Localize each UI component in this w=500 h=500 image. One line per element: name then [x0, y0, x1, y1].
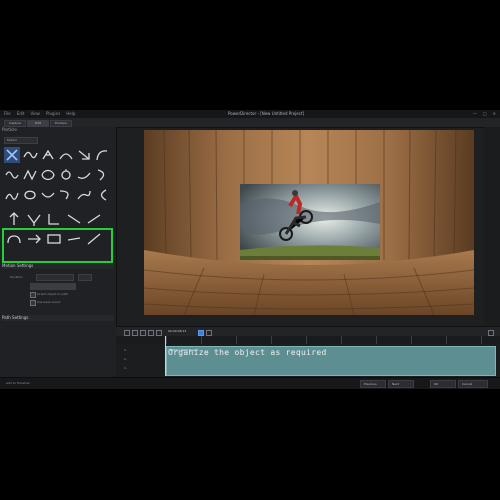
duration-unit[interactable] — [78, 274, 92, 281]
menu-file[interactable]: File — [4, 110, 11, 118]
motion-path-icon[interactable] — [94, 187, 110, 203]
window-title: PowerDirector - [New Untitled Project] — [228, 111, 305, 116]
status-bar: Add to Timeline Previous Next OK Cancel — [0, 377, 500, 389]
motion-path-icon[interactable] — [40, 187, 56, 203]
ease-label: Use ease in/out — [37, 300, 61, 304]
motion-path-icon[interactable] — [58, 147, 74, 163]
timecode-display: 00;00;08;13 — [168, 329, 187, 333]
preview-window[interactable] — [144, 130, 474, 315]
motion-path-icon[interactable] — [4, 167, 20, 183]
playhead[interactable] — [165, 336, 166, 376]
track-header[interactable]: 1. — [116, 364, 172, 373]
motion-settings-header[interactable]: Motion Settings — [2, 263, 114, 269]
speed-slider[interactable] — [30, 283, 76, 290]
motion-path-icon[interactable] — [4, 147, 20, 163]
ok-label: OK — [434, 382, 439, 386]
menu-view[interactable]: View — [30, 110, 40, 118]
motion-path-icon[interactable] — [22, 167, 38, 183]
tab-capture[interactable]: Capture — [4, 120, 26, 127]
highlight-box — [2, 228, 113, 263]
minimize-button[interactable]: — — [473, 110, 477, 118]
next-label: Next — [392, 382, 399, 386]
add-to-timeline-link[interactable]: Add to Timeline — [6, 381, 29, 385]
panel-header: Particle — [2, 127, 17, 132]
orient-label: Orient object to path — [37, 292, 69, 296]
previous-button[interactable]: Previous — [360, 380, 386, 388]
motion-path-icon[interactable] — [76, 187, 92, 203]
orient-checkbox[interactable] — [30, 292, 36, 298]
path-settings-header[interactable]: Path Settings — [2, 315, 114, 321]
menu-help[interactable]: Help — [66, 110, 75, 118]
motion-path-icon[interactable] — [94, 147, 110, 163]
motion-path-icon[interactable] — [94, 167, 110, 183]
timeline-tracks: 1. 1. 1. Motion Path Preset Organize the… — [116, 344, 500, 376]
right-scroll-strip[interactable] — [484, 127, 500, 327]
motion-path-icon[interactable] — [40, 167, 56, 183]
menu-edit[interactable]: Edit — [17, 110, 25, 118]
motion-path-icon[interactable] — [4, 187, 20, 203]
motion-path-icon[interactable] — [40, 147, 56, 163]
previous-label: Previous — [364, 382, 377, 386]
motion-path-icon[interactable] — [76, 167, 92, 183]
wood-backdrop — [144, 130, 474, 315]
motion-path-icon[interactable] — [22, 147, 38, 163]
motion-path-icon[interactable] — [46, 211, 62, 227]
menu-plugins[interactable]: Plugins — [46, 110, 60, 118]
motion-path-icon[interactable] — [58, 167, 74, 183]
motion-path-icon[interactable] — [22, 187, 38, 203]
track-header[interactable]: 1. — [116, 355, 172, 364]
tab-edit[interactable]: Edit — [27, 120, 49, 127]
ease-checkbox[interactable] — [30, 300, 36, 306]
duration-field[interactable] — [36, 274, 74, 281]
title-bar: File Edit View Plugins Help PowerDirecto… — [0, 110, 500, 118]
next-button[interactable]: Next — [388, 380, 414, 388]
timeline-ruler[interactable] — [116, 336, 500, 344]
maximize-button[interactable]: □ — [483, 110, 487, 118]
cancel-button[interactable]: Cancel — [458, 380, 488, 388]
tab-produce[interactable]: Produce — [50, 120, 72, 127]
motion-path-icon[interactable] — [76, 147, 92, 163]
ok-button[interactable]: OK — [430, 380, 456, 388]
instruction-caption: Organize the object as required — [168, 348, 327, 357]
duration-label: Duration — [10, 275, 24, 279]
cancel-label: Cancel — [462, 382, 473, 386]
motion-path-icon[interactable] — [66, 211, 82, 227]
close-button[interactable]: ✕ — [493, 110, 496, 118]
motion-path-icon[interactable] — [58, 187, 74, 203]
motion-path-icon[interactable] — [6, 211, 22, 227]
app-window: File Edit View Plugins Help PowerDirecto… — [0, 110, 500, 389]
motion-path-icon[interactable] — [26, 211, 42, 227]
motion-panel: Particle Motion Motion Settings Duration… — [0, 127, 117, 388]
track-header[interactable]: 1. — [116, 346, 172, 355]
menu-bar: File Edit View Plugins Help — [4, 110, 75, 118]
motion-path-icon[interactable] — [86, 211, 102, 227]
motion-dropdown[interactable]: Motion — [4, 137, 38, 144]
